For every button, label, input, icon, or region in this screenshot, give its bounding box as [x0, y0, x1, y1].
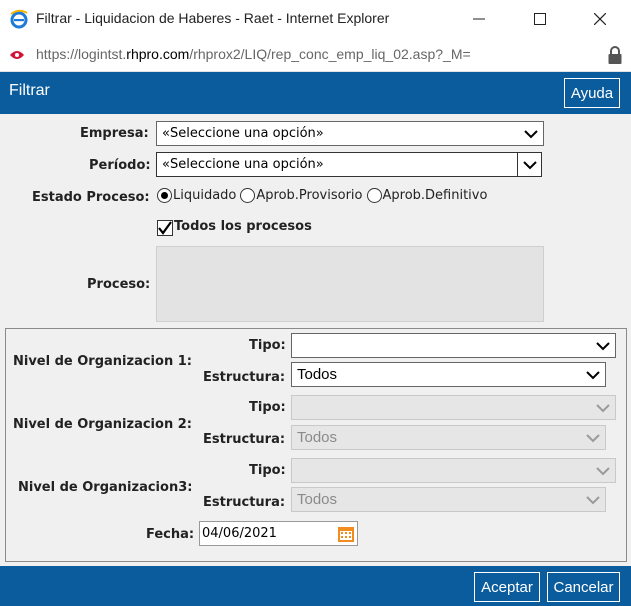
url-prefix: https://logintst. — [36, 46, 127, 62]
chevron-down-icon — [524, 130, 538, 139]
proceso-label: Proceso: — [87, 277, 151, 292]
nivel-2-label: Nivel de Organizacion 2: — [13, 417, 192, 432]
chevron-down-icon — [523, 161, 537, 170]
nivel-1-estructura-value: Todos — [297, 366, 338, 383]
chevron-down-icon — [596, 404, 610, 413]
chevron-down-icon — [596, 342, 610, 351]
nivel-2-estructura-label: Estructura: — [203, 432, 286, 447]
close-button[interactable] — [577, 0, 623, 38]
radio-aprob-provisorio-label: Aprob.Provisorio — [256, 188, 363, 203]
dialog-footer: Aceptar Cancelar — [0, 566, 631, 606]
periodo-select[interactable]: «Seleccione una opción» — [156, 152, 542, 177]
empresa-value: «Seleccione una opción» — [162, 126, 324, 141]
proceso-list[interactable] — [156, 246, 544, 322]
address-bar[interactable]: https://logintst.rhpro.com/rhprox2/LIQ/r… — [0, 38, 631, 72]
title-bar: Filtrar - Liquidacion de Haberes - Raet … — [0, 0, 631, 38]
dialog-header: Filtrar Ayuda — [0, 72, 631, 114]
nivel-3-tipo-select[interactable] — [291, 458, 616, 483]
todos-procesos-label: Todos los procesos — [174, 219, 312, 234]
site-favicon-icon — [10, 51, 24, 59]
calendar-icon[interactable] — [337, 525, 355, 543]
nivel-3-estructura-label: Estructura: — [203, 495, 286, 510]
cancel-button[interactable]: Cancelar — [547, 572, 620, 602]
empresa-label: Empresa: — [80, 126, 149, 141]
nivel-1-label: Nivel de Organizacion 1: — [13, 354, 192, 369]
maximize-button[interactable] — [517, 0, 563, 38]
radio-liquidado[interactable] — [157, 188, 172, 203]
minimize-icon — [473, 18, 485, 20]
fecha-input[interactable]: 04/06/2021 — [199, 521, 358, 546]
lock-icon — [608, 46, 622, 64]
empresa-select[interactable]: «Seleccione una opción» — [156, 121, 544, 146]
fecha-value: 04/06/2021 — [202, 526, 277, 541]
close-icon — [594, 13, 606, 25]
nivel-2-tipo-label: Tipo: — [249, 400, 286, 415]
chevron-down-icon — [596, 467, 610, 476]
nivel-3-estructura-value: Todos — [297, 491, 338, 508]
nivel-1-tipo-label: Tipo: — [249, 338, 286, 353]
url-path: /rhprox2/LIQ/rep_conc_emp_liq_02.asp?_M= — [189, 46, 471, 62]
periodo-dropdown-button[interactable] — [517, 153, 541, 176]
nivel-2-estructura-select[interactable]: Todos — [291, 425, 606, 450]
browser-window: Filtrar - Liquidacion de Haberes - Raet … — [0, 0, 631, 606]
nivel-2-tipo-select[interactable] — [291, 395, 616, 420]
radio-liquidado-label: Liquidado — [173, 188, 237, 203]
minimize-button[interactable] — [456, 0, 502, 38]
chevron-down-icon — [586, 371, 600, 380]
help-button[interactable]: Ayuda — [564, 78, 620, 108]
url-text[interactable]: https://logintst.rhpro.com/rhprox2/LIQ/r… — [36, 46, 471, 62]
periodo-label: Período: — [89, 158, 151, 173]
maximize-icon — [534, 13, 546, 25]
chevron-down-icon — [586, 434, 600, 443]
url-domain: rhpro.com — [126, 46, 190, 62]
radio-aprob-definitivo-label: Aprob.Definitivo — [382, 188, 488, 203]
checkmark-icon — [158, 221, 172, 235]
fecha-label: Fecha: — [146, 527, 195, 542]
radio-aprob-provisorio[interactable] — [240, 188, 256, 203]
filter-form: Empresa: «Seleccione una opción» Período… — [0, 114, 631, 566]
nivel-1-estructura-select[interactable]: Todos — [291, 362, 606, 387]
nivel-2-estructura-value: Todos — [297, 429, 338, 446]
nivel-1-estructura-label: Estructura: — [203, 370, 286, 385]
accept-button[interactable]: Aceptar — [474, 572, 540, 602]
chevron-down-icon — [586, 496, 600, 505]
estado-radio-group: Liquidado Aprob.Provisorio Aprob.Definitiv… — [157, 188, 491, 203]
nivel-3-tipo-label: Tipo: — [249, 463, 286, 478]
nivel-3-label: Nivel de Organizacion3: — [18, 480, 193, 495]
estado-proceso-label: Estado Proceso: — [32, 190, 150, 205]
nivel-3-estructura-select[interactable]: Todos — [291, 487, 606, 512]
todos-procesos-checkbox[interactable] — [157, 220, 173, 236]
ie-logo-icon — [10, 9, 28, 29]
periodo-value: «Seleccione una opción» — [162, 157, 324, 172]
radio-aprob-definitivo[interactable] — [366, 188, 382, 203]
page-title: Filtrar — [9, 82, 50, 99]
window-title: Filtrar - Liquidacion de Haberes - Raet … — [36, 10, 390, 26]
nivel-1-tipo-select[interactable] — [291, 333, 616, 358]
